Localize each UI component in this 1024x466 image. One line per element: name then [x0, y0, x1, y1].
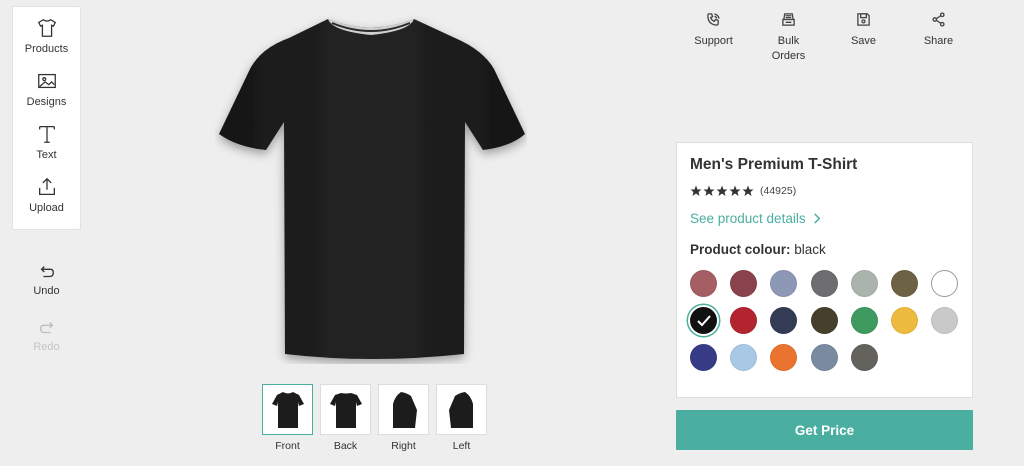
colour-swatch[interactable] — [890, 270, 918, 297]
colour-swatch[interactable] — [931, 270, 959, 297]
colour-swatch[interactable] — [770, 344, 798, 371]
view-label: Front — [275, 440, 300, 452]
review-count: (44925) — [760, 185, 797, 197]
tshirt-back-icon — [329, 392, 362, 428]
colour-swatch[interactable] — [690, 307, 717, 334]
redo-label: Redo — [33, 341, 60, 353]
colour-swatch[interactable] — [810, 344, 838, 371]
text-tool[interactable]: Text — [12, 123, 81, 176]
redo-icon — [39, 322, 53, 334]
save-icon — [857, 13, 870, 26]
product-rating: (44925) — [690, 185, 959, 197]
save-button[interactable]: Save — [826, 12, 901, 64]
colour-swatch[interactable] — [850, 307, 878, 334]
view-right[interactable]: Right — [378, 384, 429, 452]
get-price-button[interactable]: Get Price — [676, 410, 973, 450]
support-button[interactable]: Support — [676, 12, 751, 64]
undo-label: Undo — [33, 285, 60, 297]
view-thumb — [436, 384, 487, 435]
product-name: Men's Premium T-Shirt — [690, 156, 858, 173]
colour-swatch[interactable] — [810, 307, 838, 334]
design-toolbar: Products Designs Text Upload — [12, 6, 81, 230]
colour-swatch[interactable] — [730, 270, 758, 297]
top-actions: Support Bulk Orders Save Share — [676, 12, 976, 64]
upload-tool[interactable]: Upload — [12, 176, 81, 229]
view-thumb — [262, 384, 313, 435]
designs-tool[interactable]: Designs — [12, 70, 81, 123]
star-icon — [716, 185, 728, 196]
checkmark-icon — [697, 315, 711, 327]
colour-swatch[interactable] — [850, 270, 878, 297]
share-label: Share — [923, 35, 954, 47]
view-back[interactable]: Back — [320, 384, 371, 452]
colour-swatch[interactable] — [810, 270, 838, 297]
bulk-orders-label: Bulk Orders — [771, 35, 806, 62]
colour-swatch[interactable] — [770, 307, 798, 334]
colour-swatch[interactable] — [850, 344, 878, 371]
colour-swatch[interactable] — [890, 307, 918, 334]
products-label: Products — [24, 43, 69, 55]
bulk-orders-button[interactable]: Bulk Orders — [751, 12, 826, 64]
redo-button[interactable]: Redo — [12, 319, 81, 353]
tshirt-right-icon — [392, 391, 417, 428]
colour-swatch[interactable] — [730, 344, 758, 371]
tshirt-preview[interactable] — [215, 14, 527, 364]
product-details-label: See product details — [690, 211, 806, 226]
support-label: Support — [694, 35, 733, 47]
tshirt-icon — [37, 18, 56, 37]
view-thumb — [378, 384, 429, 435]
colour-swatch[interactable] — [690, 344, 717, 371]
product-colour: Product colour: black — [690, 242, 959, 257]
text-label: Text — [36, 149, 57, 161]
products-tool[interactable]: Products — [12, 17, 81, 70]
colour-swatch[interactable] — [931, 307, 959, 334]
image-icon — [37, 73, 56, 89]
colour-label: Product colour: — [690, 242, 791, 257]
share-icon — [932, 12, 945, 27]
undo-button[interactable]: Undo — [12, 263, 81, 297]
chevron-right-icon — [813, 213, 820, 224]
view-left[interactable]: Left — [436, 384, 487, 452]
star-icon — [690, 185, 702, 196]
view-thumb — [320, 384, 371, 435]
tshirt-left-icon — [448, 391, 473, 428]
colour-swatch[interactable] — [770, 270, 798, 297]
get-price-label: Get Price — [794, 422, 855, 438]
phone-icon — [707, 13, 720, 26]
undo-icon — [40, 266, 54, 278]
view-label: Right — [391, 440, 416, 452]
save-label: Save — [850, 35, 877, 47]
colour-value: black — [794, 242, 826, 257]
designs-label: Designs — [26, 96, 67, 108]
star-icon — [742, 185, 754, 196]
text-icon — [38, 126, 55, 143]
upload-icon — [38, 177, 55, 195]
upload-label: Upload — [29, 202, 64, 214]
tshirt-front-icon — [271, 391, 304, 428]
product-panel: Men's Premium T-Shirt (44925) See produc… — [676, 142, 973, 398]
colour-swatches — [690, 270, 959, 371]
view-selector: Front Back Right Left — [262, 384, 487, 452]
colour-swatch[interactable] — [690, 270, 717, 297]
product-details-link[interactable]: See product details — [690, 211, 959, 226]
bulk-icon — [782, 13, 795, 26]
view-label: Back — [333, 440, 358, 452]
share-button[interactable]: Share — [901, 12, 976, 64]
star-icon — [703, 185, 715, 196]
star-icon — [729, 185, 741, 196]
view-front[interactable]: Front — [262, 384, 313, 452]
view-label: Left — [452, 440, 471, 452]
colour-swatch[interactable] — [730, 307, 758, 334]
